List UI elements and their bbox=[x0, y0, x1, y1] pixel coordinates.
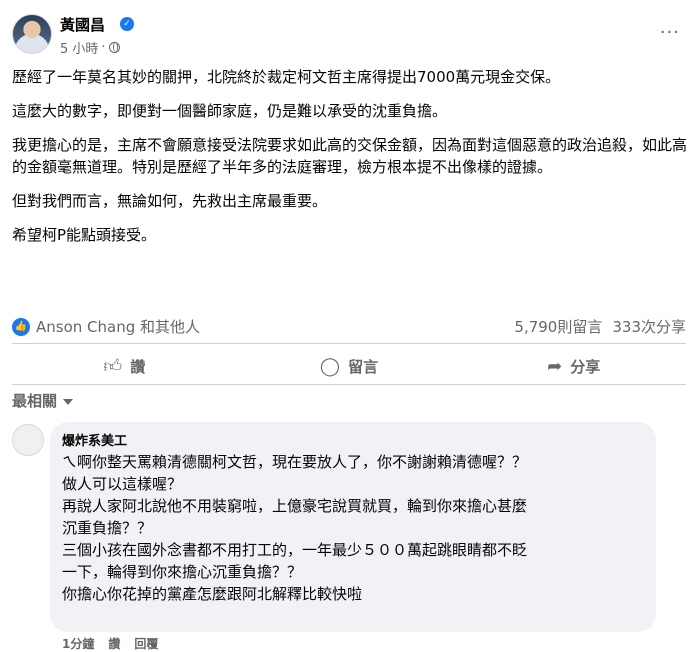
comment-line: 三個小孩在國外念書都不用打工的，一年最少５００萬起跳眼睛都不眨 bbox=[62, 541, 528, 559]
comment-like-button[interactable]: 讚 bbox=[108, 635, 120, 652]
post-time[interactable]: 5 小時 bbox=[60, 38, 98, 57]
author-avatar[interactable] bbox=[12, 14, 52, 54]
post-meta: 5 小時 · bbox=[60, 38, 120, 57]
like-reaction-icon: 👍 bbox=[12, 318, 30, 336]
post-header: 黃國昌 ✓ 5 小時 · ··· bbox=[12, 12, 686, 57]
share-button[interactable]: ➦ 分享 bbox=[461, 348, 686, 384]
share-count[interactable]: 333次分享 bbox=[612, 316, 686, 337]
post-content: 歷經了一年莫名其妙的關押，北院終於裁定柯文哲主席得提出7000萬元現金交保。 這… bbox=[12, 66, 688, 258]
divider bbox=[12, 384, 686, 385]
comment-line: 沉重負擔？？ bbox=[62, 519, 153, 537]
verified-badge-icon: ✓ bbox=[120, 17, 134, 31]
comment-count[interactable]: 5,790則留言 bbox=[514, 316, 602, 337]
comment-line: 再說人家阿北說他不用裝窮啦，上億豪宅說買就買，輪到你來擔心甚麼 bbox=[62, 497, 528, 515]
reactions-bar: 👍 Anson Chang 和其他人 5,790則留言 333次分享 bbox=[12, 316, 686, 338]
comment-footer: 1分鐘 讚 回覆 bbox=[62, 635, 158, 652]
post-paragraph: 但對我們而言，無論如何，先救出主席最重要。 bbox=[12, 192, 328, 210]
caret-down-icon bbox=[63, 398, 74, 405]
post-paragraph: 希望柯P能點頭接受。 bbox=[12, 226, 157, 244]
commenter-name[interactable]: 爆炸系美工 bbox=[62, 430, 644, 449]
comment-bubble: 爆炸系美工 ㄟ啊你整天罵賴清德關柯文哲，現在要放人了，你不謝謝賴清德喔？？ 做人… bbox=[50, 422, 656, 632]
comment-label: 留言 bbox=[348, 357, 379, 376]
reactors-summary[interactable]: Anson Chang 和其他人 bbox=[36, 316, 200, 337]
comment-line: 做人可以這樣喔？ bbox=[62, 475, 183, 493]
post-paragraph: 歷經了一年莫名其妙的關押，北院終於裁定柯文哲主席得提出7000萬元現金交保。 bbox=[12, 68, 561, 86]
commenter-avatar[interactable] bbox=[12, 424, 44, 456]
post-paragraph: 這麼大的數字，即便對一個醫師家庭，仍是難以承受的沈重負擔。 bbox=[12, 102, 448, 120]
comment-button[interactable]: ◯ 留言 bbox=[237, 348, 462, 384]
more-options-button[interactable]: ··· bbox=[660, 22, 680, 43]
comment-time[interactable]: 1分鐘 bbox=[62, 635, 94, 652]
globe-icon[interactable] bbox=[108, 42, 120, 53]
share-label: 分享 bbox=[570, 357, 601, 376]
comment-line: 一下，輪得到你來擔心沉重負擔？？ bbox=[62, 563, 303, 581]
post-paragraph: 我更擔心的是，主席不會願意接受法院要求如此高的交保金額，因為面對這個惡意的政治追… bbox=[12, 136, 688, 176]
post-actions: 👍︎ 讚 ◯ 留言 ➦ 分享 bbox=[12, 348, 686, 384]
comment-reply-button[interactable]: 回覆 bbox=[134, 635, 158, 652]
meta-separator: · bbox=[101, 40, 106, 55]
comment-sort-dropdown[interactable]: 最相關 bbox=[12, 390, 74, 411]
share-arrow-icon: ➦ bbox=[547, 355, 563, 377]
comment-line: 你擔心你花掉的黨產怎麼跟阿北解釋比較快啦 bbox=[62, 585, 363, 603]
author-name[interactable]: 黃國昌 bbox=[60, 14, 105, 35]
comment-line: ㄟ啊你整天罵賴清德關柯文哲，現在要放人了，你不謝謝賴清德喔？？ bbox=[62, 453, 528, 471]
like-label: 讚 bbox=[130, 357, 146, 376]
facebook-post: 黃國昌 ✓ 5 小時 · ··· 歷經了一年莫名其妙的關押，北院終於裁定柯文哲主… bbox=[0, 0, 698, 652]
divider bbox=[12, 343, 686, 344]
like-button[interactable]: 👍︎ 讚 bbox=[12, 348, 237, 384]
speech-bubble-icon: ◯ bbox=[319, 355, 341, 377]
comment-text: ㄟ啊你整天罵賴清德關柯文哲，現在要放人了，你不謝謝賴清德喔？？ 做人可以這樣喔？… bbox=[62, 451, 644, 605]
engagement-counts: 5,790則留言 333次分享 bbox=[514, 316, 686, 337]
thumbs-up-icon: 👍︎ bbox=[103, 356, 123, 377]
sort-label: 最相關 bbox=[12, 392, 58, 410]
